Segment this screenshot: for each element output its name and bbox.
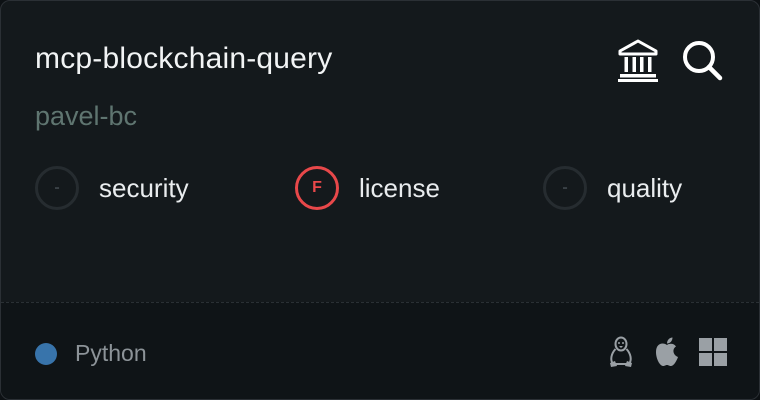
score-row: - security F license - quality	[1, 164, 759, 212]
quality-score[interactable]: - quality	[543, 164, 682, 212]
license-label: license	[359, 172, 440, 203]
linux-icon	[607, 336, 635, 368]
card-footer: Python	[1, 302, 759, 399]
registry-icon[interactable]	[615, 37, 661, 83]
windows-icon	[699, 338, 727, 366]
license-grade-badge: F	[295, 166, 339, 210]
security-grade-badge: -	[35, 166, 79, 210]
search-icon[interactable]	[679, 37, 725, 83]
server-card[interactable]: mcp-blockchain-query pavel-bc - security…	[0, 0, 760, 400]
quality-label: quality	[607, 172, 683, 203]
platform-icons	[589, 336, 727, 368]
server-title[interactable]: mcp-blockchain-query	[35, 39, 332, 79]
apple-icon	[653, 336, 681, 368]
language-name: Python	[75, 340, 147, 366]
server-author[interactable]: pavel-bc	[35, 98, 137, 134]
security-label: security	[99, 172, 189, 203]
security-score[interactable]: - security	[35, 164, 189, 212]
language-indicator: Python	[35, 340, 147, 367]
license-score[interactable]: F license	[295, 164, 440, 212]
quality-grade-badge: -	[543, 166, 587, 210]
language-color-dot	[35, 342, 57, 365]
